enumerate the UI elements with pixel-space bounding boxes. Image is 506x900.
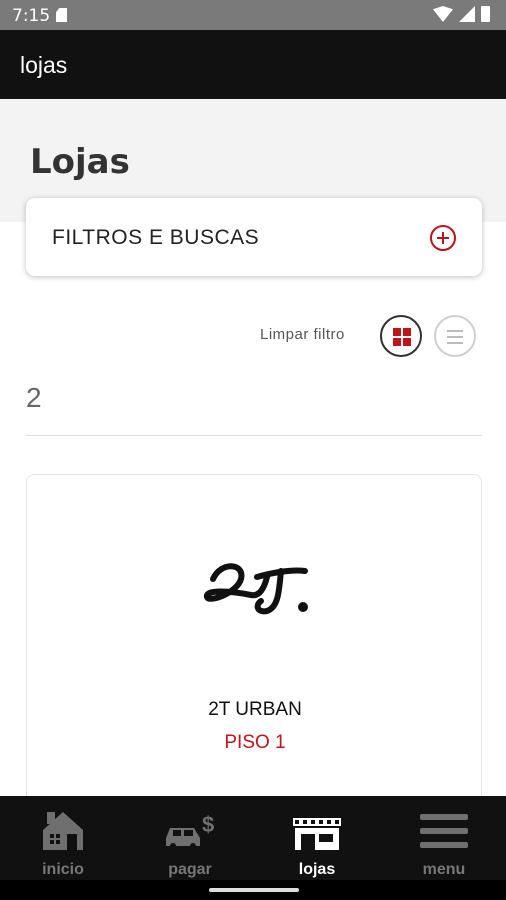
grid-icon-cell: [393, 338, 401, 346]
grid-icon-cell: [403, 328, 411, 336]
svg-text:$: $: [202, 812, 214, 837]
grid-icon-cell: [403, 338, 411, 346]
filters-search-toggle[interactable]: FILTROS E BUSCAS: [26, 198, 482, 276]
grid-view-button[interactable]: [380, 315, 422, 357]
filters-label: FILTROS E BUSCAS: [52, 226, 260, 249]
status-icons: [433, 6, 490, 22]
divider: [26, 435, 482, 436]
car-dollar-icon: $: [166, 812, 214, 849]
house-icon: [43, 812, 83, 850]
results-count: 2: [26, 382, 42, 413]
store-card[interactable]: 2T URBAN PISO 1: [26, 474, 482, 814]
nav-item-lojas[interactable]: lojas: [254, 796, 380, 880]
cell-signal-icon: [459, 6, 475, 22]
page-title: Lojas: [30, 142, 130, 182]
status-time: 7:15: [12, 6, 51, 26]
nav-item-pagar[interactable]: $ pagar: [127, 796, 253, 880]
hamburger-menu-icon: [420, 814, 468, 848]
list-view-button[interactable]: [434, 315, 476, 357]
sd-card-icon: [56, 8, 67, 22]
plus-circle-icon[interactable]: [430, 225, 456, 251]
gesture-bar: [0, 880, 506, 900]
store-logo: [204, 563, 308, 615]
storefront-icon: [293, 818, 341, 850]
app-bar-title: lojas: [20, 52, 68, 78]
app-bar: lojas: [0, 30, 506, 99]
wifi-icon: [433, 6, 453, 22]
home-gesture-handle[interactable]: [209, 888, 299, 892]
grid-icon: [393, 328, 401, 336]
nav-label: lojas: [298, 861, 336, 878]
store-floor: PISO 1: [224, 732, 286, 753]
bottom-nav: inicio $ pagar lojas menu: [0, 796, 506, 880]
clear-filter-link[interactable]: Limpar filtro: [260, 326, 345, 343]
list-icon-line: [447, 336, 463, 338]
nav-item-inicio[interactable]: inicio: [0, 796, 126, 880]
nav-label: inicio: [42, 861, 84, 878]
list-icon-line: [447, 342, 463, 344]
status-bar: 7:15: [0, 0, 506, 30]
store-name: 2T URBAN: [208, 699, 302, 720]
nav-label: pagar: [168, 861, 212, 878]
battery-icon: [481, 6, 490, 22]
nav-label: menu: [422, 861, 466, 878]
list-icon: [447, 330, 463, 332]
nav-item-menu[interactable]: menu: [381, 796, 506, 880]
